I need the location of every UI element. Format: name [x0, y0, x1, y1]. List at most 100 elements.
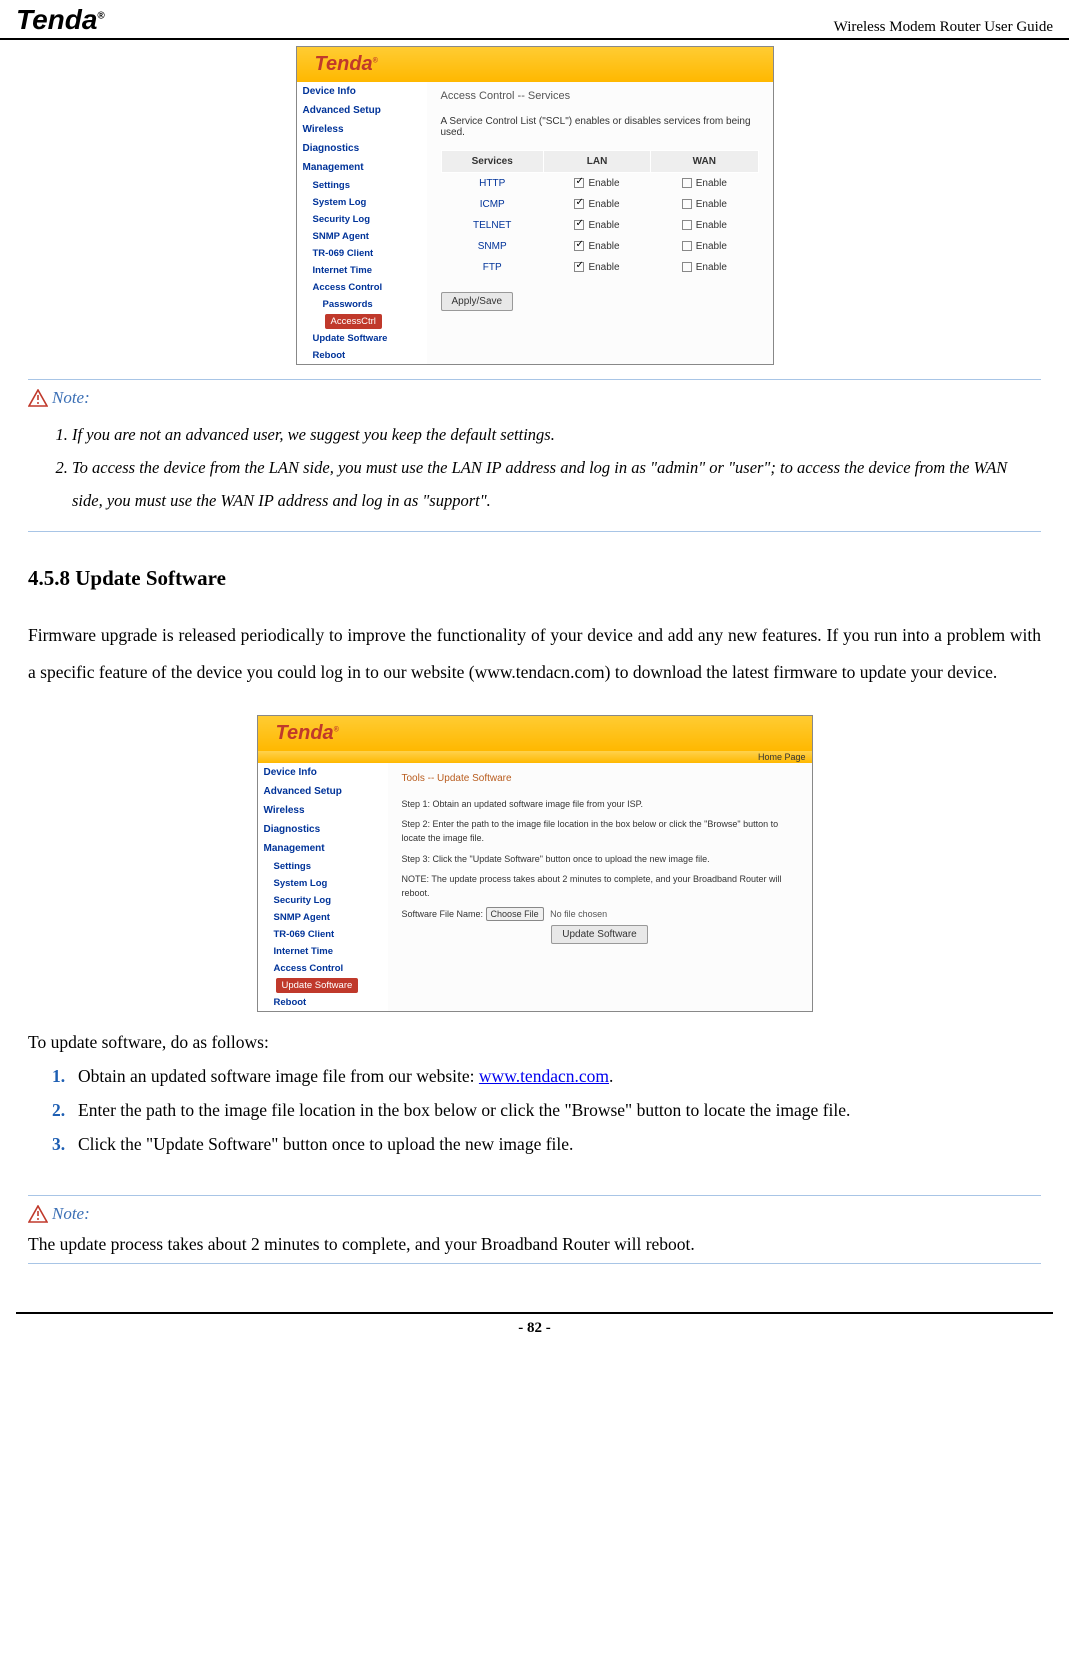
- checkbox[interactable]: [682, 199, 692, 209]
- note-item: To access the device from the LAN side, …: [72, 451, 1041, 517]
- ss-breadcrumb: Tools -- Update Software: [402, 771, 798, 787]
- table-row: TELNETEnableEnable: [441, 215, 758, 236]
- nav-sub-item[interactable]: TR-069 Client: [297, 245, 427, 262]
- table-row: ICMPEnableEnable: [441, 194, 758, 215]
- nav-sub-item[interactable]: Access Control: [258, 960, 388, 977]
- ss-breadcrumb: Access Control -- Services: [441, 90, 759, 102]
- ss-step3: Step 3: Click the "Update Software" butt…: [402, 852, 798, 866]
- service-name: FTP: [441, 257, 543, 278]
- nav-sub-item[interactable]: Reboot: [297, 347, 427, 364]
- note-label: Note:: [52, 1204, 90, 1224]
- checkbox[interactable]: [574, 220, 584, 230]
- ss-note: NOTE: The update process takes about 2 m…: [402, 872, 798, 901]
- warning-icon: [28, 1205, 48, 1223]
- note-label: Note:: [52, 388, 90, 408]
- ss-logo: Tenda®: [276, 722, 339, 744]
- divider: [28, 531, 1041, 532]
- service-name: TELNET: [441, 215, 543, 236]
- checkbox[interactable]: [574, 178, 584, 188]
- nav-sub-item[interactable]: Security Log: [258, 892, 388, 909]
- table-header: WAN: [651, 151, 758, 173]
- table-header: Services: [441, 151, 543, 173]
- instructions-intro: To update software, do as follows:: [28, 1032, 1041, 1053]
- ss-sidebar: Device InfoAdvanced SetupWirelessDiagnos…: [297, 82, 427, 364]
- note-item: If you are not an advanced user, we sugg…: [72, 418, 1041, 451]
- step-item: 1.Obtain an updated software image file …: [52, 1059, 1041, 1093]
- table-row: HTTPEnableEnable: [441, 173, 758, 195]
- warning-icon: [28, 389, 48, 407]
- service-name: SNMP: [441, 236, 543, 257]
- nav-sub-item[interactable]: SNMP Agent: [297, 228, 427, 245]
- checkbox[interactable]: [682, 241, 692, 251]
- update-software-button[interactable]: Update Software: [551, 925, 648, 944]
- ss-sidebar: Device InfoAdvanced SetupWirelessDiagnos…: [258, 763, 388, 1011]
- nav-sub-item[interactable]: TR-069 Client: [258, 926, 388, 943]
- nav-item-active[interactable]: Update Software: [276, 978, 359, 993]
- nav-sub-item[interactable]: Passwords: [297, 296, 427, 313]
- service-name: HTTP: [441, 173, 543, 195]
- section-heading: 4.5.8 Update Software: [28, 566, 1041, 591]
- nav-item[interactable]: Advanced Setup: [258, 782, 388, 801]
- step-number: 2.: [52, 1093, 65, 1127]
- step-item: 3.Click the "Update Software" button onc…: [52, 1127, 1041, 1161]
- nav-sub-item[interactable]: Internet Time: [297, 262, 427, 279]
- choose-file-button[interactable]: Choose File: [486, 907, 544, 921]
- services-table: ServicesLANWAN HTTPEnableEnableICMPEnabl…: [441, 150, 759, 278]
- ss-logo: Tenda®: [315, 53, 378, 75]
- nav-item[interactable]: Management: [258, 839, 388, 858]
- nav-sub-item[interactable]: SNMP Agent: [258, 909, 388, 926]
- nav-item[interactable]: Management: [297, 158, 427, 177]
- no-file-label: No file chosen: [550, 909, 607, 919]
- step-number: 1.: [52, 1059, 65, 1093]
- nav-item[interactable]: Wireless: [297, 120, 427, 139]
- nav-item[interactable]: Device Info: [297, 82, 427, 101]
- nav-item[interactable]: Diagnostics: [258, 820, 388, 839]
- step-item: 2.Enter the path to the image file locat…: [52, 1093, 1041, 1127]
- step-number: 3.: [52, 1127, 65, 1161]
- table-row: SNMPEnableEnable: [441, 236, 758, 257]
- checkbox[interactable]: [682, 178, 692, 188]
- divider: [28, 1195, 1041, 1196]
- checkbox[interactable]: [574, 199, 584, 209]
- nav-item[interactable]: Advanced Setup: [297, 101, 427, 120]
- apply-save-button[interactable]: Apply/Save: [441, 292, 514, 311]
- ss-description: A Service Control List ("SCL") enables o…: [441, 116, 759, 138]
- nav-item[interactable]: Diagnostics: [297, 139, 427, 158]
- nav-item[interactable]: Wireless: [258, 801, 388, 820]
- table-header: LAN: [543, 151, 650, 173]
- note-heading: Note:: [28, 1204, 1041, 1224]
- nav-sub-item[interactable]: Access Control: [297, 279, 427, 296]
- website-link[interactable]: www.tendacn.com: [479, 1066, 609, 1086]
- divider: [28, 379, 1041, 380]
- nav-sub-item[interactable]: Settings: [297, 177, 427, 194]
- access-control-screenshot: Tenda® Device InfoAdvanced SetupWireless…: [296, 46, 774, 365]
- page-footer: - 82 -: [16, 1312, 1053, 1343]
- nav-sub-item[interactable]: Security Log: [297, 211, 427, 228]
- checkbox[interactable]: [682, 220, 692, 230]
- ss-step2: Step 2: Enter the path to the image file…: [402, 817, 798, 846]
- home-link[interactable]: Home Page: [258, 751, 812, 763]
- nav-sub-item[interactable]: System Log: [258, 875, 388, 892]
- update-software-screenshot: Tenda® Home Page Device InfoAdvanced Set…: [257, 715, 813, 1012]
- nav-sub-item[interactable]: Internet Time: [258, 943, 388, 960]
- checkbox[interactable]: [682, 262, 692, 272]
- nav-item[interactable]: Device Info: [258, 763, 388, 782]
- table-row: FTPEnableEnable: [441, 257, 758, 278]
- brand-logo: Tenda®: [16, 4, 105, 36]
- note-list: If you are not an advanced user, we sugg…: [28, 418, 1041, 517]
- nav-item-active[interactable]: AccessCtrl: [325, 314, 382, 329]
- note-heading: Note:: [28, 388, 1041, 408]
- file-row: Software File Name: Choose File No file …: [402, 907, 798, 921]
- service-name: ICMP: [441, 194, 543, 215]
- nav-sub-item[interactable]: Update Software: [297, 330, 427, 347]
- section-paragraph: Firmware upgrade is released periodicall…: [28, 617, 1041, 691]
- page-header: Tenda® Wireless Modem Router User Guide: [0, 0, 1069, 40]
- note-body: The update process takes about 2 minutes…: [28, 1234, 1041, 1255]
- checkbox[interactable]: [574, 262, 584, 272]
- checkbox[interactable]: [574, 241, 584, 251]
- nav-sub-item[interactable]: System Log: [297, 194, 427, 211]
- ss-step1: Step 1: Obtain an updated software image…: [402, 797, 798, 811]
- steps-list: 1.Obtain an updated software image file …: [28, 1059, 1041, 1161]
- nav-sub-item[interactable]: Reboot: [258, 994, 388, 1011]
- nav-sub-item[interactable]: Settings: [258, 858, 388, 875]
